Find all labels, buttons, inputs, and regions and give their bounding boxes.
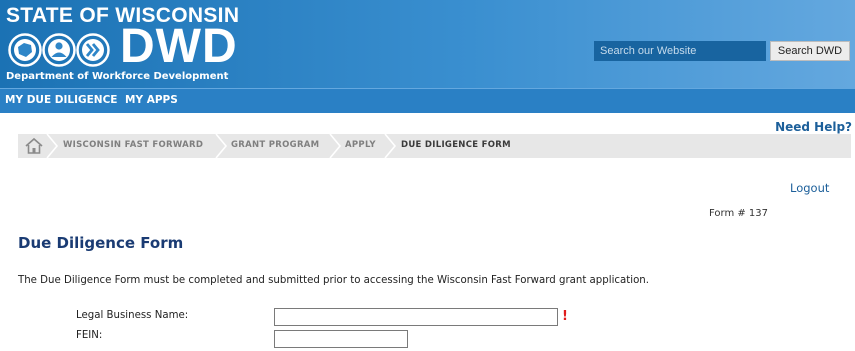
chevron-right-icon <box>46 134 59 158</box>
breadcrumb-due-diligence-form: DUE DILIGENCE FORM <box>401 140 511 150</box>
main-nav: MY DUE DILIGENCE MY APPS <box>0 88 855 113</box>
department-name: Department of Workforce Development <box>6 71 229 82</box>
chevron-right-icon <box>215 134 228 158</box>
search-input[interactable] <box>594 41 766 61</box>
fein-label: FEIN: <box>76 330 103 341</box>
breadcrumb-apply[interactable]: APPLY <box>345 140 376 150</box>
chevron-right-icon <box>384 134 397 158</box>
legal-business-name-label: Legal Business Name: <box>76 310 189 321</box>
form-intro-text: The Due Diligence Form must be completed… <box>18 275 649 286</box>
logout-link[interactable]: Logout <box>790 181 829 195</box>
search-button[interactable]: Search DWD <box>770 41 850 61</box>
page-title: Due Diligence Form <box>18 234 184 252</box>
breadcrumb-wisconsin-fast-forward[interactable]: WISCONSIN FAST FORWARD <box>63 140 203 150</box>
legal-business-name-input[interactable] <box>274 308 558 326</box>
fein-input[interactable] <box>274 330 408 348</box>
dwd-logo-text[interactable]: DWD <box>120 22 238 72</box>
required-indicator: ! <box>562 309 568 324</box>
need-help-link[interactable]: Need Help? <box>775 120 852 134</box>
breadcrumb: WISCONSIN FAST FORWARD GRANT PROGRAM APP… <box>18 134 851 158</box>
breadcrumb-grant-program[interactable]: GRANT PROGRAM <box>231 140 319 150</box>
form-number: Form # 137 <box>709 208 769 219</box>
site-header: STATE OF WISCONSIN DWD Department of Wor… <box>0 0 855 88</box>
dwd-logo-icon[interactable] <box>8 33 120 67</box>
nav-item-my-apps[interactable]: MY APPS <box>125 94 178 106</box>
house-icon[interactable] <box>24 137 44 155</box>
chevron-right-icon <box>329 134 342 158</box>
nav-item-my-due-diligence[interactable]: MY DUE DILIGENCE <box>5 94 117 106</box>
